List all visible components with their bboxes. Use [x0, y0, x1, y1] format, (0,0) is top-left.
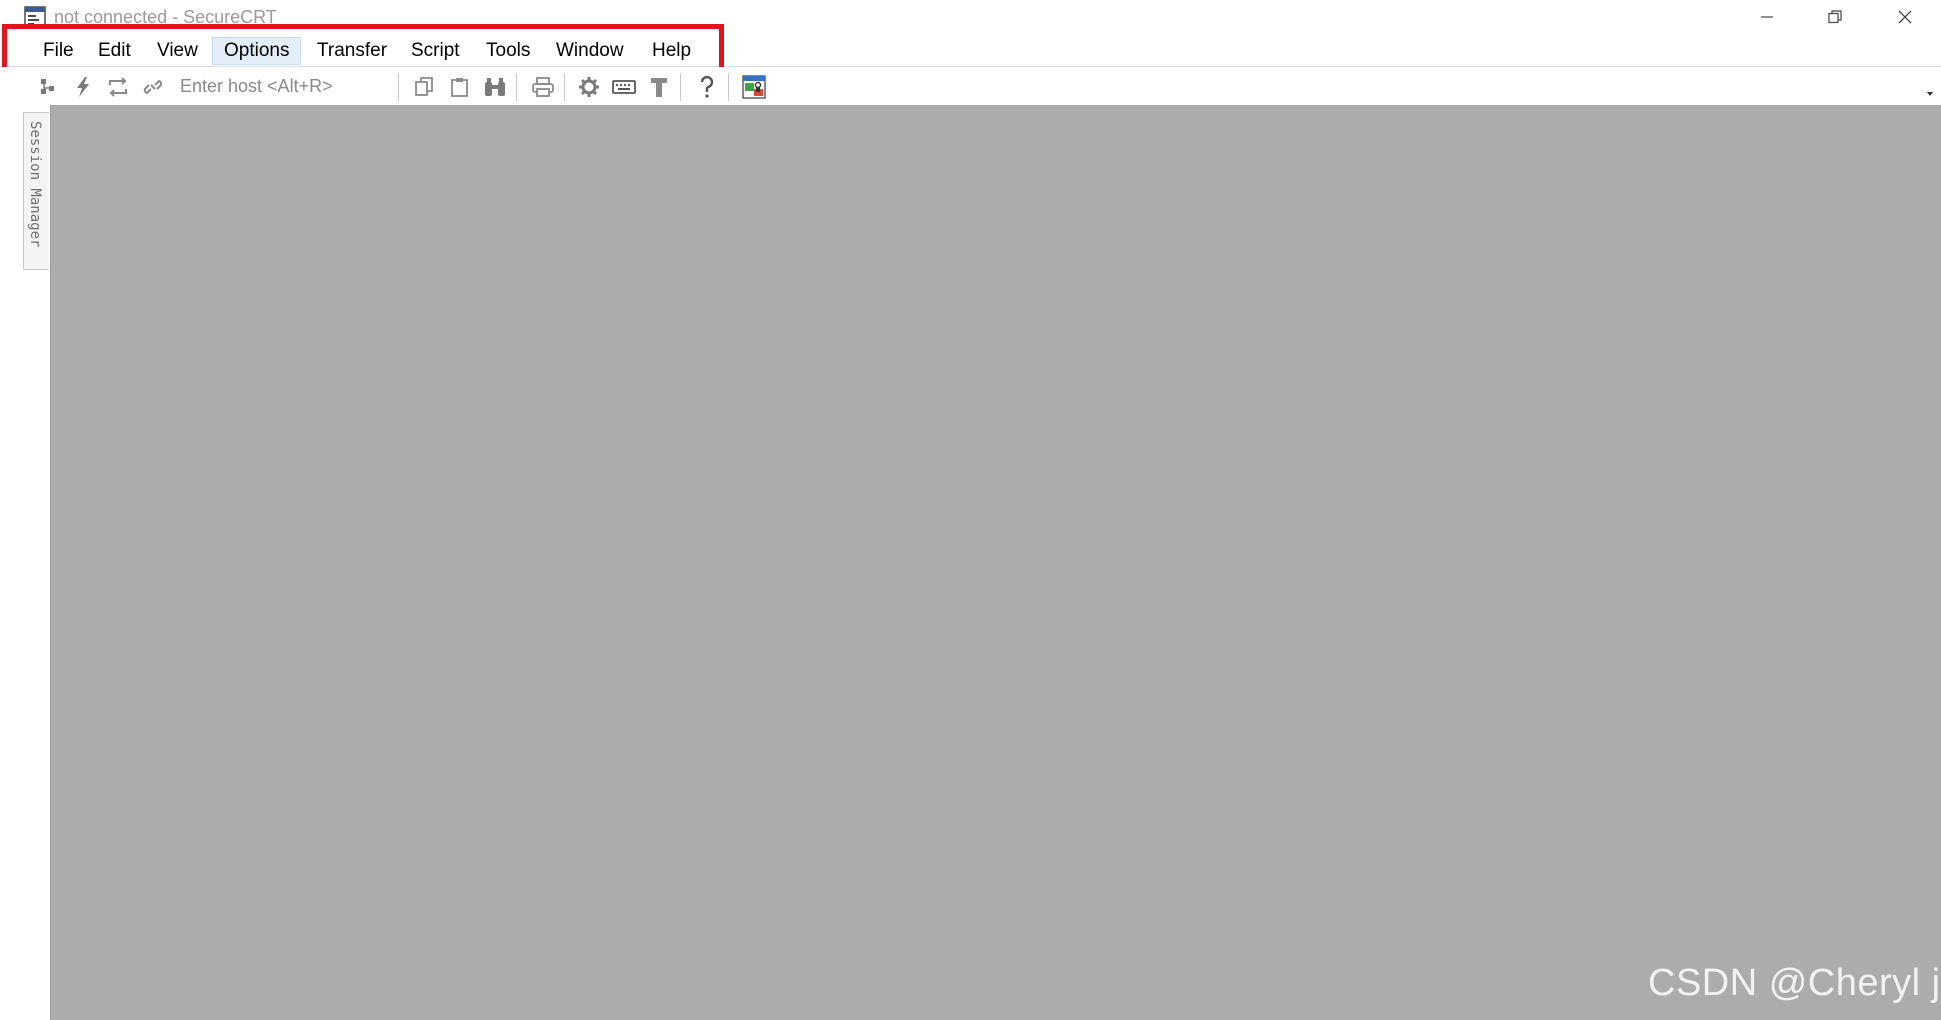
workspace-area: [50, 105, 1941, 1020]
session-manager-label: Session Manager: [27, 121, 43, 248]
toolbar-separator: [728, 73, 729, 101]
menu-transfer[interactable]: Transfer: [306, 37, 398, 65]
toolbar-separator: [564, 73, 565, 101]
close-icon: [1898, 10, 1912, 23]
settings-icon[interactable]: [576, 75, 602, 99]
menu-script[interactable]: Script: [400, 37, 471, 65]
close-button[interactable]: [1870, 0, 1940, 33]
toolbar-separator: [398, 73, 399, 101]
toolbar-separator: [516, 73, 517, 101]
menu-help[interactable]: Help: [641, 37, 702, 65]
find-icon[interactable]: [482, 75, 508, 99]
session-manager-tab[interactable]: Session Manager: [23, 112, 49, 270]
paste-icon[interactable]: [447, 75, 473, 99]
toolbar-overflow-chevron-icon[interactable]: [1924, 87, 1936, 99]
minimize-icon: [1761, 15, 1773, 18]
restore-button[interactable]: [1800, 0, 1870, 33]
sftp-icon[interactable]: [646, 75, 672, 99]
menu-edit[interactable]: Edit: [87, 37, 142, 65]
menu-view[interactable]: View: [146, 37, 209, 65]
host-input[interactable]: [176, 72, 394, 100]
watermark: CSDN @Cheryl jin: [1648, 962, 1941, 1004]
restore-icon: [1828, 9, 1842, 23]
menu-file[interactable]: File: [32, 37, 85, 65]
menu-options[interactable]: Options: [212, 37, 302, 65]
minimize-button[interactable]: [1732, 0, 1802, 33]
menu-bar: File Edit View Options Transfer Script T…: [0, 33, 1941, 67]
menu-window[interactable]: Window: [545, 37, 635, 65]
copy-icon[interactable]: [412, 75, 438, 99]
title-bar: not connected - SecureCRT: [0, 0, 1941, 33]
connect-icon[interactable]: [36, 75, 62, 99]
toolbar: [0, 67, 1941, 105]
reconnect-icon[interactable]: [105, 75, 131, 99]
menu-tools[interactable]: Tools: [475, 37, 541, 65]
keygen-icon[interactable]: [741, 75, 767, 99]
window-title: not connected - SecureCRT: [54, 7, 277, 27]
quick-connect-icon[interactable]: [70, 75, 96, 99]
keymap-icon[interactable]: [611, 75, 637, 99]
disconnect-icon[interactable]: [140, 75, 166, 99]
toolbar-separator: [680, 73, 681, 101]
help-icon[interactable]: [694, 75, 720, 99]
securecrt-app-icon[interactable]: [24, 6, 46, 28]
print-icon[interactable]: [530, 75, 556, 99]
